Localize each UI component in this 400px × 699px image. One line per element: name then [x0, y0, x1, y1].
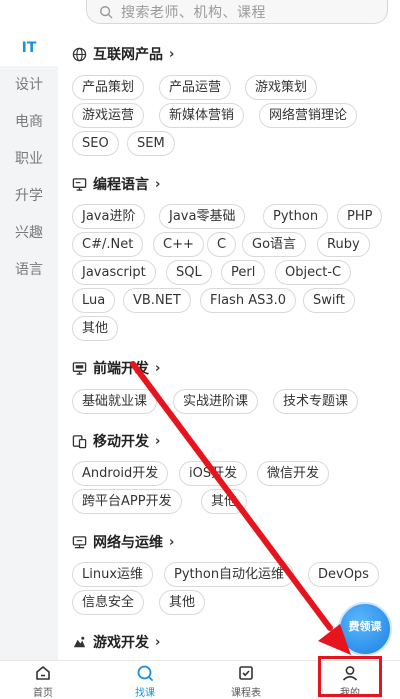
tag-info-security[interactable]: 信息安全: [72, 590, 145, 615]
tag-c[interactable]: C: [207, 232, 237, 257]
search-bar: 搜索老师、机构、课程: [0, 0, 400, 28]
chevron-right-icon: ›: [155, 176, 161, 192]
globe-icon: [72, 47, 87, 62]
tab-label: 找课: [135, 688, 155, 699]
tag-basic-employment[interactable]: 基础就业课: [72, 389, 158, 414]
section-title-label: 前端开发: [93, 361, 149, 377]
search-icon: [137, 665, 153, 681]
monitor-icon: [72, 177, 87, 192]
tag-javascript[interactable]: Javascript: [72, 260, 156, 285]
section-title-frontend[interactable]: 前端开发 ›: [72, 357, 160, 379]
sidebar-item-language[interactable]: 语言: [0, 252, 58, 288]
tag-perl[interactable]: Perl: [221, 260, 266, 285]
tag-ruby[interactable]: Ruby: [317, 232, 370, 257]
tag-csharp-net[interactable]: C#/.Net: [72, 232, 144, 257]
category-sidebar: IT 设计 电商 职业 升学 兴趣 语言: [0, 30, 58, 660]
tag-flash-as3[interactable]: Flash AS3.0: [200, 288, 297, 313]
tag-tech-topics[interactable]: 技术专题课: [273, 389, 359, 414]
code-monitor-icon: [72, 361, 87, 376]
chevron-right-icon: ›: [155, 634, 161, 650]
free-course-badge[interactable]: 费领课: [338, 602, 392, 656]
sidebar-item-design[interactable]: 设计: [0, 67, 58, 103]
tag-wechat-dev[interactable]: 微信开发: [257, 461, 330, 486]
section-title-mobile-dev[interactable]: 移动开发 ›: [72, 430, 160, 452]
chevron-right-icon: ›: [155, 360, 161, 376]
tag-practical-advanced[interactable]: 实战进阶课: [173, 389, 259, 414]
network-icon: [72, 535, 87, 550]
tag-cross-platform[interactable]: 跨平台APP开发: [72, 489, 182, 514]
tab-schedule[interactable]: 课程表: [211, 661, 281, 699]
tag-go[interactable]: Go语言: [242, 232, 307, 257]
sidebar-item-ecommerce[interactable]: 电商: [0, 104, 58, 140]
section-title-internet-product[interactable]: 互联网产品 ›: [72, 43, 174, 65]
tag-linux-ops[interactable]: Linux运维: [72, 562, 154, 587]
tag-android[interactable]: Android开发: [72, 461, 169, 486]
tag-ios[interactable]: iOS开发: [179, 461, 248, 486]
tag-new-media-marketing[interactable]: 新媒体营销: [159, 103, 245, 128]
tag-other[interactable]: 其他: [72, 316, 119, 341]
tag-cpp[interactable]: C++: [153, 232, 204, 257]
tag-game-planning[interactable]: 游戏策划: [245, 75, 318, 100]
section-title-game-dev[interactable]: 游戏开发 ›: [72, 631, 160, 653]
chevron-right-icon: ›: [169, 534, 175, 550]
tag-python-automation-ops[interactable]: Python自动化运维: [164, 562, 295, 587]
course-category-list: 互联网产品 › 产品策划 产品运营 游戏策划 游戏运营 新媒体营销 网络营销理论…: [58, 30, 400, 660]
section-title-programming-language[interactable]: 编程语言 ›: [72, 173, 160, 195]
tag-object-c[interactable]: Object-C: [275, 260, 352, 285]
sidebar-item-career[interactable]: 职业: [0, 141, 58, 177]
badge-label: 费领课: [348, 620, 382, 633]
tag-python[interactable]: Python: [263, 204, 329, 229]
tag-network-marketing-theory[interactable]: 网络营销理论: [259, 103, 358, 128]
search-icon: [100, 5, 113, 18]
sidebar-item-hobby[interactable]: 兴趣: [0, 215, 58, 251]
tag-sem[interactable]: SEM: [127, 131, 175, 156]
game-icon: [72, 635, 87, 650]
tag-product-operation[interactable]: 产品运营: [159, 75, 232, 100]
tag-php[interactable]: PHP: [337, 204, 383, 229]
annotation-highlight-box: [318, 656, 382, 697]
section-title-label: 游戏开发: [93, 635, 149, 651]
sidebar-item-education[interactable]: 升学: [0, 178, 58, 214]
tag-java-beginner[interactable]: Java零基础: [159, 204, 246, 229]
search-input[interactable]: 搜索老师、机构、课程: [86, 0, 388, 24]
sidebar-item-it[interactable]: IT: [0, 30, 58, 66]
section-title-label: 网络与运维: [93, 535, 163, 551]
section-title-network-ops[interactable]: 网络与运维 ›: [72, 531, 174, 553]
tag-other[interactable]: 其他: [159, 590, 206, 615]
tab-find-course[interactable]: 找课: [110, 661, 180, 699]
tag-devops[interactable]: DevOps: [308, 562, 379, 587]
section-title-label: 互联网产品: [93, 47, 163, 63]
tag-java-advanced[interactable]: Java进阶: [72, 204, 146, 229]
tag-seo[interactable]: SEO: [72, 131, 119, 156]
chevron-right-icon: ›: [155, 433, 161, 449]
tag-other[interactable]: 其他: [201, 489, 248, 514]
tab-label: 首页: [33, 688, 53, 699]
chevron-right-icon: ›: [169, 46, 175, 62]
tab-home[interactable]: 首页: [8, 661, 78, 699]
tab-label: 课程表: [231, 688, 261, 699]
schedule-icon: [239, 666, 253, 680]
tag-product-planning[interactable]: 产品策划: [72, 75, 145, 100]
tag-vb-net[interactable]: VB.NET: [123, 288, 191, 313]
search-placeholder: 搜索老师、机构、课程: [121, 4, 266, 21]
devices-icon: [72, 434, 87, 449]
home-icon: [36, 666, 50, 680]
tag-lua[interactable]: Lua: [72, 288, 116, 313]
tag-game-operation[interactable]: 游戏运营: [72, 103, 145, 128]
tag-sql[interactable]: SQL: [166, 260, 212, 285]
section-title-label: 移动开发: [93, 434, 149, 450]
section-title-label: 编程语言: [93, 177, 149, 193]
tag-swift[interactable]: Swift: [303, 288, 355, 313]
